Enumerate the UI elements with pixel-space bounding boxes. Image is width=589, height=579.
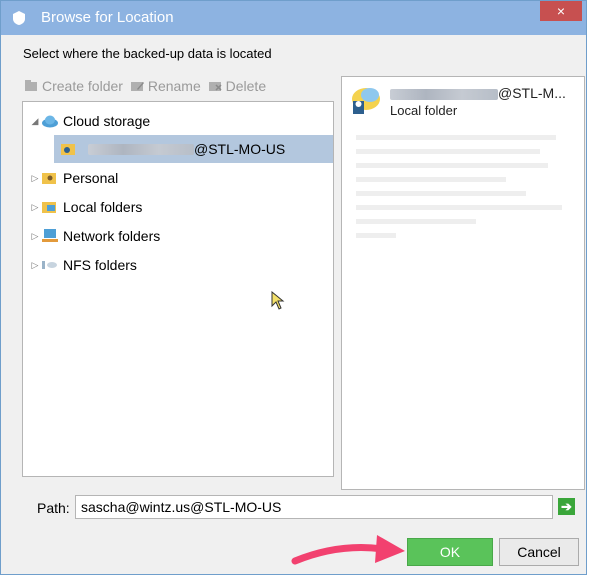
create-folder-label: Create folder	[42, 78, 123, 94]
faded-detail-line	[356, 219, 476, 224]
faded-detail-line	[356, 191, 526, 196]
redacted-account-name	[88, 143, 194, 155]
tree-item-personal[interactable]: ▷ Personal	[29, 164, 119, 192]
faded-detail-line	[356, 149, 540, 154]
network-folder-icon	[42, 229, 58, 242]
detail-name-suffix: @STL-M...	[498, 85, 566, 101]
tree-item-cloud-storage[interactable]: ◢ Cloud storage	[29, 107, 151, 135]
new-folder-icon	[25, 80, 37, 91]
tree-item-nfs-folders[interactable]: ▷ NFS folders	[29, 251, 137, 279]
delete-label: Delete	[225, 78, 267, 94]
faded-detail-line	[356, 205, 562, 210]
personal-folder-icon	[42, 173, 56, 184]
local-folder-icon	[42, 202, 56, 213]
faded-detail-line	[356, 177, 506, 182]
detail-type: Local folder	[390, 103, 458, 118]
instruction-text: Select where the backed-up data is locat…	[23, 46, 272, 61]
collapsed-arrow-icon[interactable]: ▷	[29, 231, 41, 242]
user-folder-icon	[352, 88, 380, 114]
tree-item-network-folders[interactable]: ▷ Network folders	[29, 222, 161, 250]
delete-icon	[208, 82, 222, 91]
path-label: Path:	[37, 500, 70, 516]
tree-item-label: Local folders	[63, 199, 143, 215]
tree-item-account-selected[interactable]: @STL-MO-US	[54, 135, 333, 163]
ok-button[interactable]: OK	[407, 538, 493, 566]
mouse-pointer-icon	[271, 291, 285, 310]
go-button[interactable]: ➔	[558, 498, 575, 515]
delete-button[interactable]: Delete	[208, 78, 267, 94]
nfs-icon	[42, 261, 57, 269]
path-input[interactable]	[75, 495, 553, 519]
folder-toolbar: Create folder Rename Delete	[25, 78, 270, 96]
collapsed-arrow-icon[interactable]: ▷	[29, 260, 41, 271]
create-folder-button[interactable]: Create folder	[25, 78, 123, 94]
arrow-right-icon: ➔	[561, 499, 572, 514]
expanded-arrow-icon[interactable]: ◢	[29, 116, 41, 127]
user-folder-icon	[61, 144, 75, 155]
cloud-icon	[42, 115, 58, 128]
faded-detail-line	[356, 135, 556, 140]
rename-icon	[130, 82, 144, 91]
shield-icon	[13, 11, 25, 25]
tree-item-label: Personal	[63, 170, 119, 186]
window-title: Browse for Location	[41, 9, 174, 26]
account-suffix: @STL-MO-US	[194, 141, 286, 157]
tree-item-local-folders[interactable]: ▷ Local folders	[29, 193, 143, 221]
cancel-button[interactable]: Cancel	[499, 538, 579, 566]
details-panel: @STL-M... Local folder	[341, 76, 585, 490]
faded-detail-line	[356, 163, 548, 168]
tree-item-label: Network folders	[63, 228, 161, 244]
redacted-detail-name	[390, 88, 498, 100]
collapsed-arrow-icon[interactable]: ▷	[29, 173, 41, 184]
tree-item-label: Cloud storage	[63, 113, 151, 129]
folder-tree[interactable]: ◢ Cloud storage @STL-MO-US ▷ Personal ▷	[22, 101, 334, 477]
rename-button[interactable]: Rename	[130, 78, 201, 94]
faded-detail-line	[356, 233, 396, 238]
title-bar[interactable]: Browse for Location ×	[1, 1, 586, 35]
dialog-window: Browse for Location × Select where the b…	[0, 0, 587, 575]
detail-name: @STL-M...	[390, 85, 566, 101]
close-button[interactable]: ×	[540, 1, 582, 21]
collapsed-arrow-icon[interactable]: ▷	[29, 202, 41, 213]
annotation-arrow-icon	[291, 535, 405, 565]
close-icon: ×	[556, 3, 566, 19]
tree-item-label: NFS folders	[63, 257, 137, 273]
rename-label: Rename	[147, 78, 201, 94]
